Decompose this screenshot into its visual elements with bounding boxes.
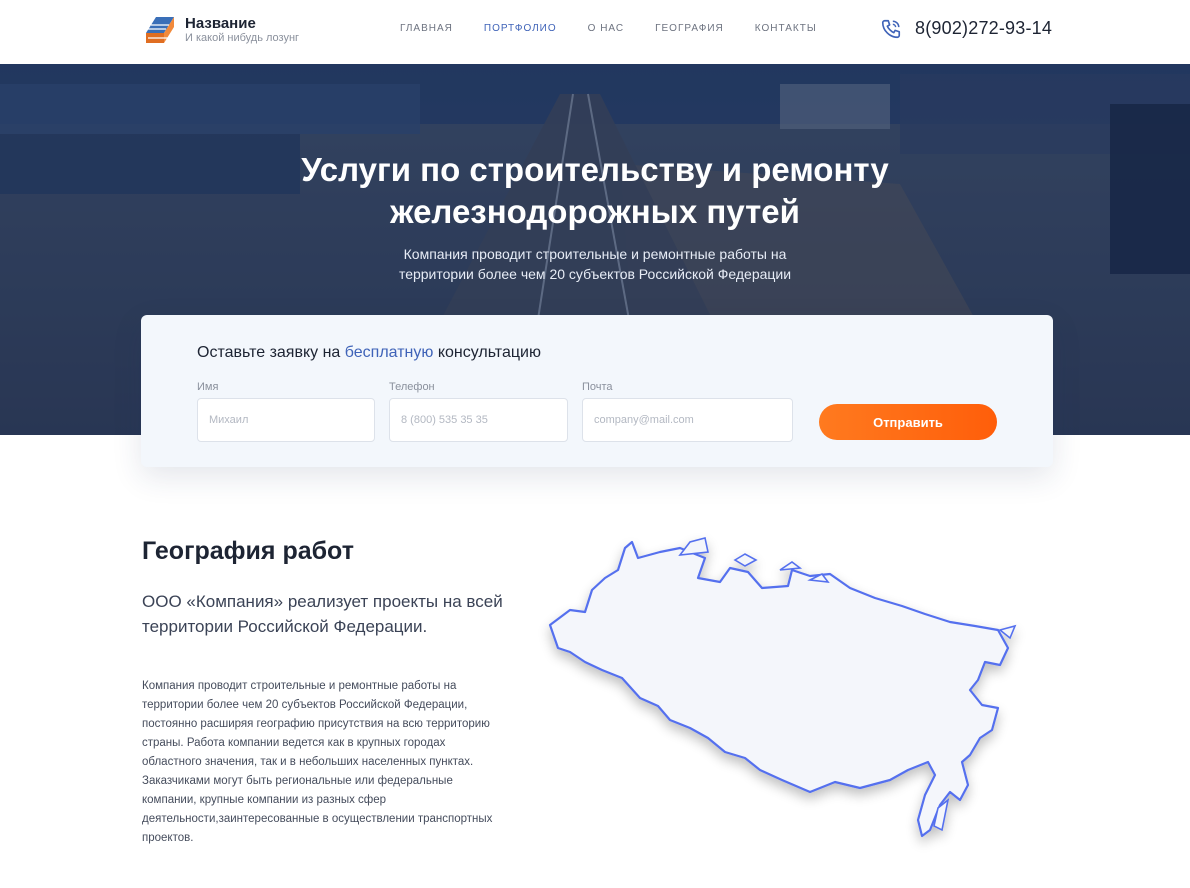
nav-item-about[interactable]: О НАС [588, 23, 624, 34]
consultation-form: Оставьте заявку на бесплатную консультац… [141, 315, 1053, 467]
form-heading-end: консультацию [433, 344, 541, 361]
submit-button[interactable]: Отправить [819, 404, 997, 440]
geography-lead: ООО «Компания» реализует проекты на всей… [142, 592, 503, 636]
name-field: Имя Михаил [197, 381, 375, 442]
name-input-placeholder: Михаил [209, 414, 249, 426]
russia-map-image [548, 537, 1017, 838]
brand-name[interactable]: Название [185, 15, 256, 32]
nav-item-portfolio[interactable]: ПОРТФОЛИО [484, 23, 557, 34]
site-header: Название И какой нибудь лозунг ГЛАВНАЯ П… [0, 0, 1190, 64]
phone-field-label: Телефон [389, 381, 435, 393]
geography-body: Компания проводит строительные и ремонтн… [142, 680, 493, 844]
form-heading-start: Оставьте заявку на [197, 344, 345, 361]
nav-item-geography[interactable]: ГЕОГРАФИЯ [655, 23, 724, 34]
geography-title: География работ [142, 537, 354, 565]
hero-title: Услуги по строительству и ремонту железн… [0, 149, 1190, 233]
phone-field: Телефон 8 (800) 535 35 35 [389, 381, 568, 442]
hero-title-line2: железнодорожных путей [390, 193, 800, 230]
form-heading-highlight: бесплатную [344, 344, 434, 361]
brand-slogan: И какой нибудь лозунг [185, 32, 300, 44]
phone-input[interactable]: 8 (800) 535 35 35 [389, 398, 568, 442]
hero-title-line1: Услуги по строительству и ремонту [301, 151, 889, 188]
hero-subtitle-line1: Компания проводит строительные и ремонтн… [403, 246, 787, 262]
logo-icon[interactable] [142, 13, 178, 49]
nav-item-contacts[interactable]: КОНТАКТЫ [755, 23, 817, 34]
email-field-label: Почта [582, 381, 613, 393]
main-nav: ГЛАВНАЯ ПОРТФОЛИО О НАС ГЕОГРАФИЯ КОНТАК… [400, 23, 848, 34]
email-field: Почта company@mail.com [582, 381, 793, 442]
email-input-placeholder: company@mail.com [594, 414, 694, 426]
email-input[interactable]: company@mail.com [582, 398, 793, 442]
name-input[interactable]: Михаил [197, 398, 375, 442]
form-heading: Оставьте заявку на бесплатную консультац… [197, 344, 541, 362]
hero-subtitle: Компания проводит строительные и ремонтн… [0, 244, 1190, 284]
nav-item-home[interactable]: ГЛАВНАЯ [400, 23, 453, 34]
phone-icon[interactable] [880, 18, 902, 40]
hero-subtitle-line2: территории более чем 20 субъектов Россий… [398, 266, 792, 282]
phone-input-placeholder: 8 (800) 535 35 35 [401, 414, 488, 426]
name-field-label: Имя [197, 381, 219, 393]
phone-number[interactable]: 8(902)272-93-14 [915, 18, 1052, 39]
